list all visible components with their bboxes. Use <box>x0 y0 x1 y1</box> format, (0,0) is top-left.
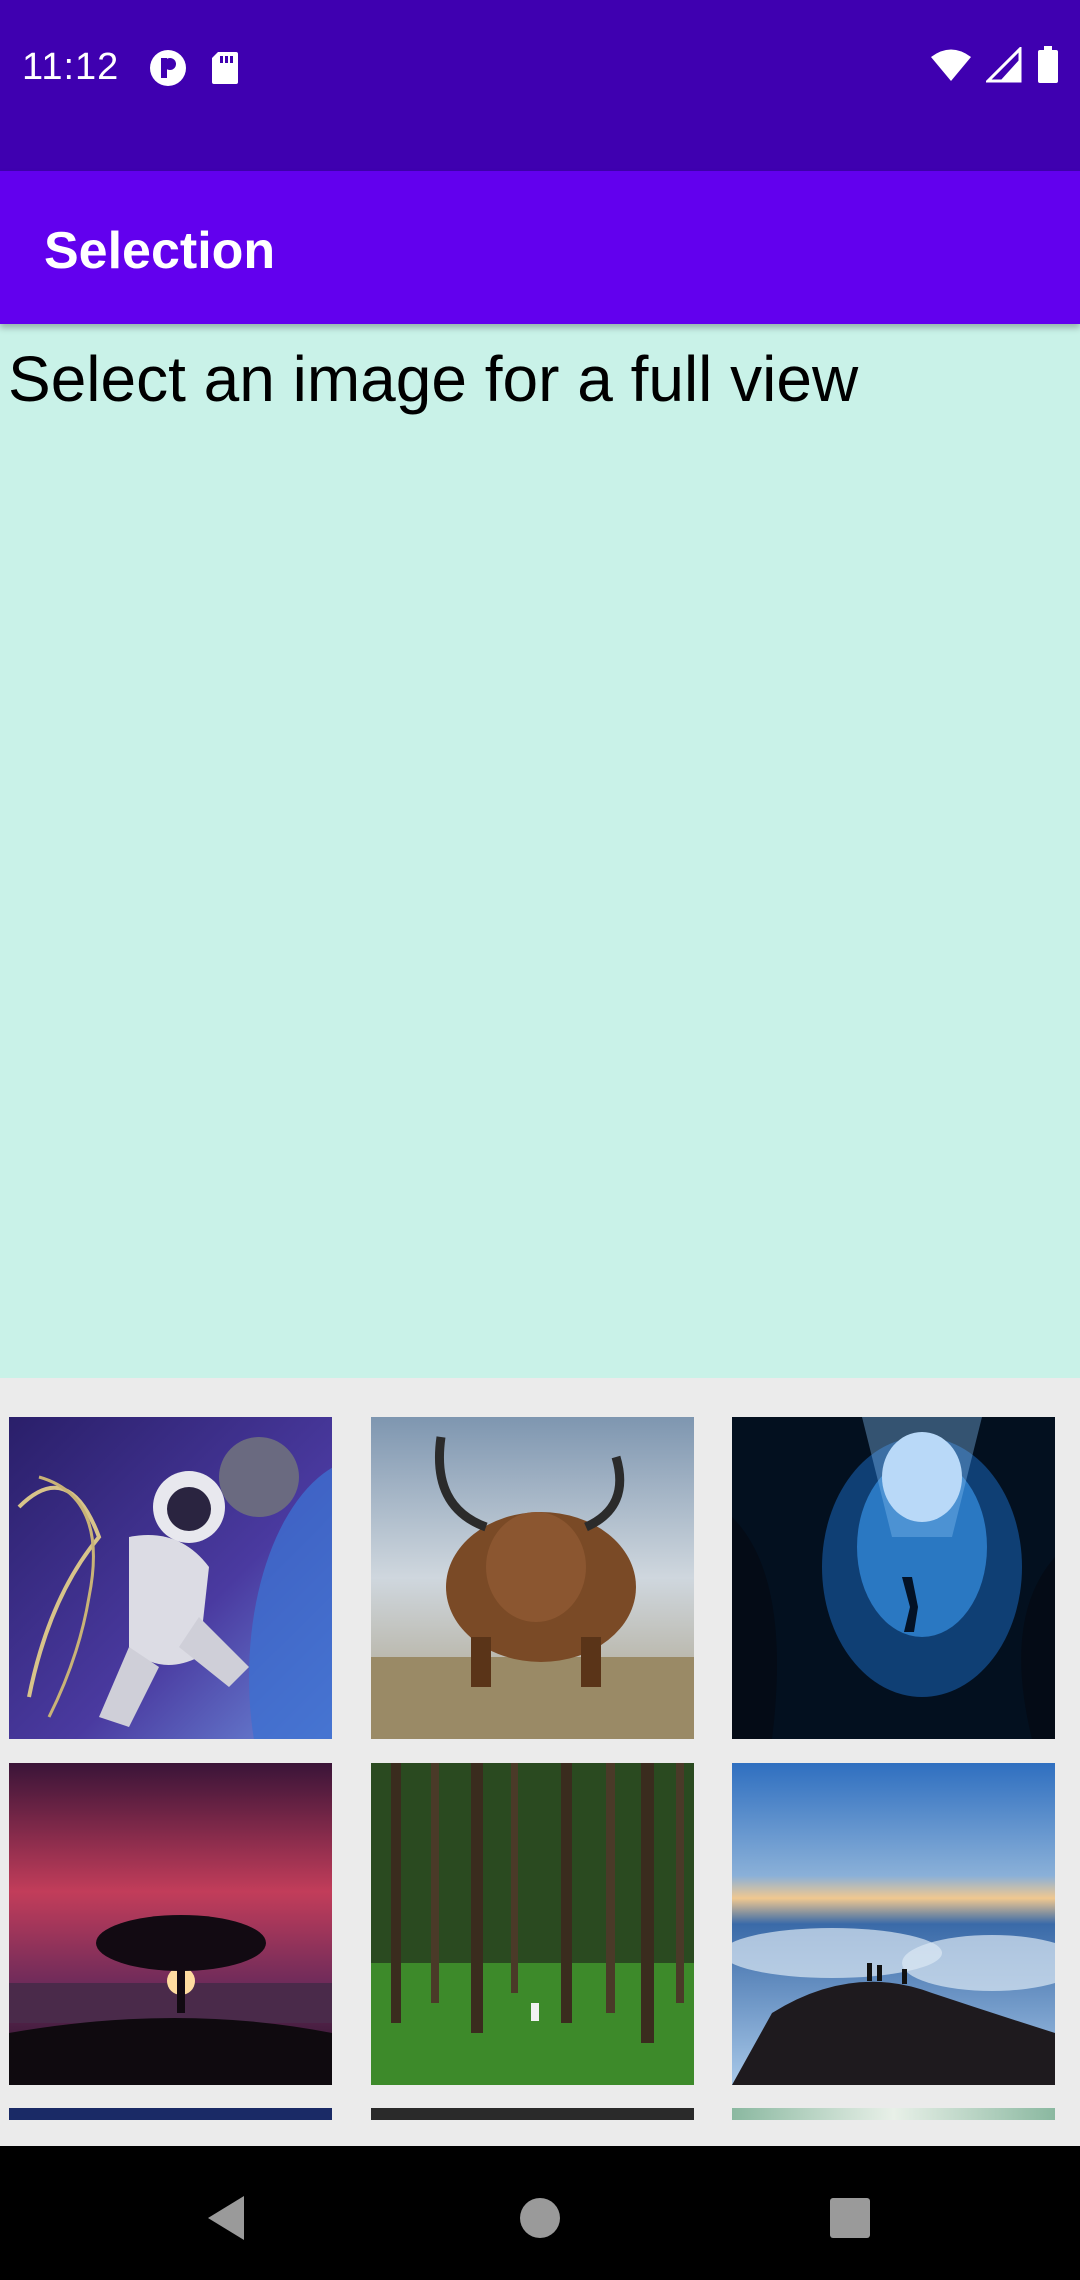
sd-card-icon <box>210 50 240 91</box>
battery-icon <box>1036 46 1060 89</box>
thumbnail-partial-image-9[interactable] <box>732 2108 1055 2146</box>
thumbnail-green-forest[interactable] <box>371 1763 694 2085</box>
status-time: 11:12 <box>22 46 120 88</box>
thumbnail-mountain-above-clouds[interactable] <box>732 1763 1055 2085</box>
recents-icon[interactable] <box>820 2188 880 2248</box>
status-bar: 11:12 <box>0 0 1080 171</box>
navigation-bar <box>0 2146 1080 2280</box>
app-bar: Selection <box>0 171 1080 324</box>
app-notification-icon <box>148 48 188 93</box>
thumbnail-underwater-cave-diver[interactable] <box>732 1417 1055 1739</box>
thumbnail-highland-cattle[interactable] <box>371 1417 694 1739</box>
thumbnail-partial-image-8[interactable] <box>371 2108 694 2146</box>
back-icon[interactable] <box>196 2188 256 2248</box>
app-title: Selection <box>44 222 276 280</box>
home-icon[interactable] <box>510 2188 570 2248</box>
wifi-icon <box>930 48 972 87</box>
thumbnail-tree-sunset[interactable] <box>9 1763 332 2085</box>
image-gallery[interactable] <box>0 1378 1080 2146</box>
cellular-signal-icon <box>984 45 1022 88</box>
preview-prompt: Select an image for a full view <box>8 343 859 415</box>
full-image-preview: Select an image for a full view <box>0 324 1080 1378</box>
thumbnail-partial-image-7[interactable] <box>9 2108 332 2146</box>
thumbnail-astronaut-spacewalk[interactable] <box>9 1417 332 1739</box>
